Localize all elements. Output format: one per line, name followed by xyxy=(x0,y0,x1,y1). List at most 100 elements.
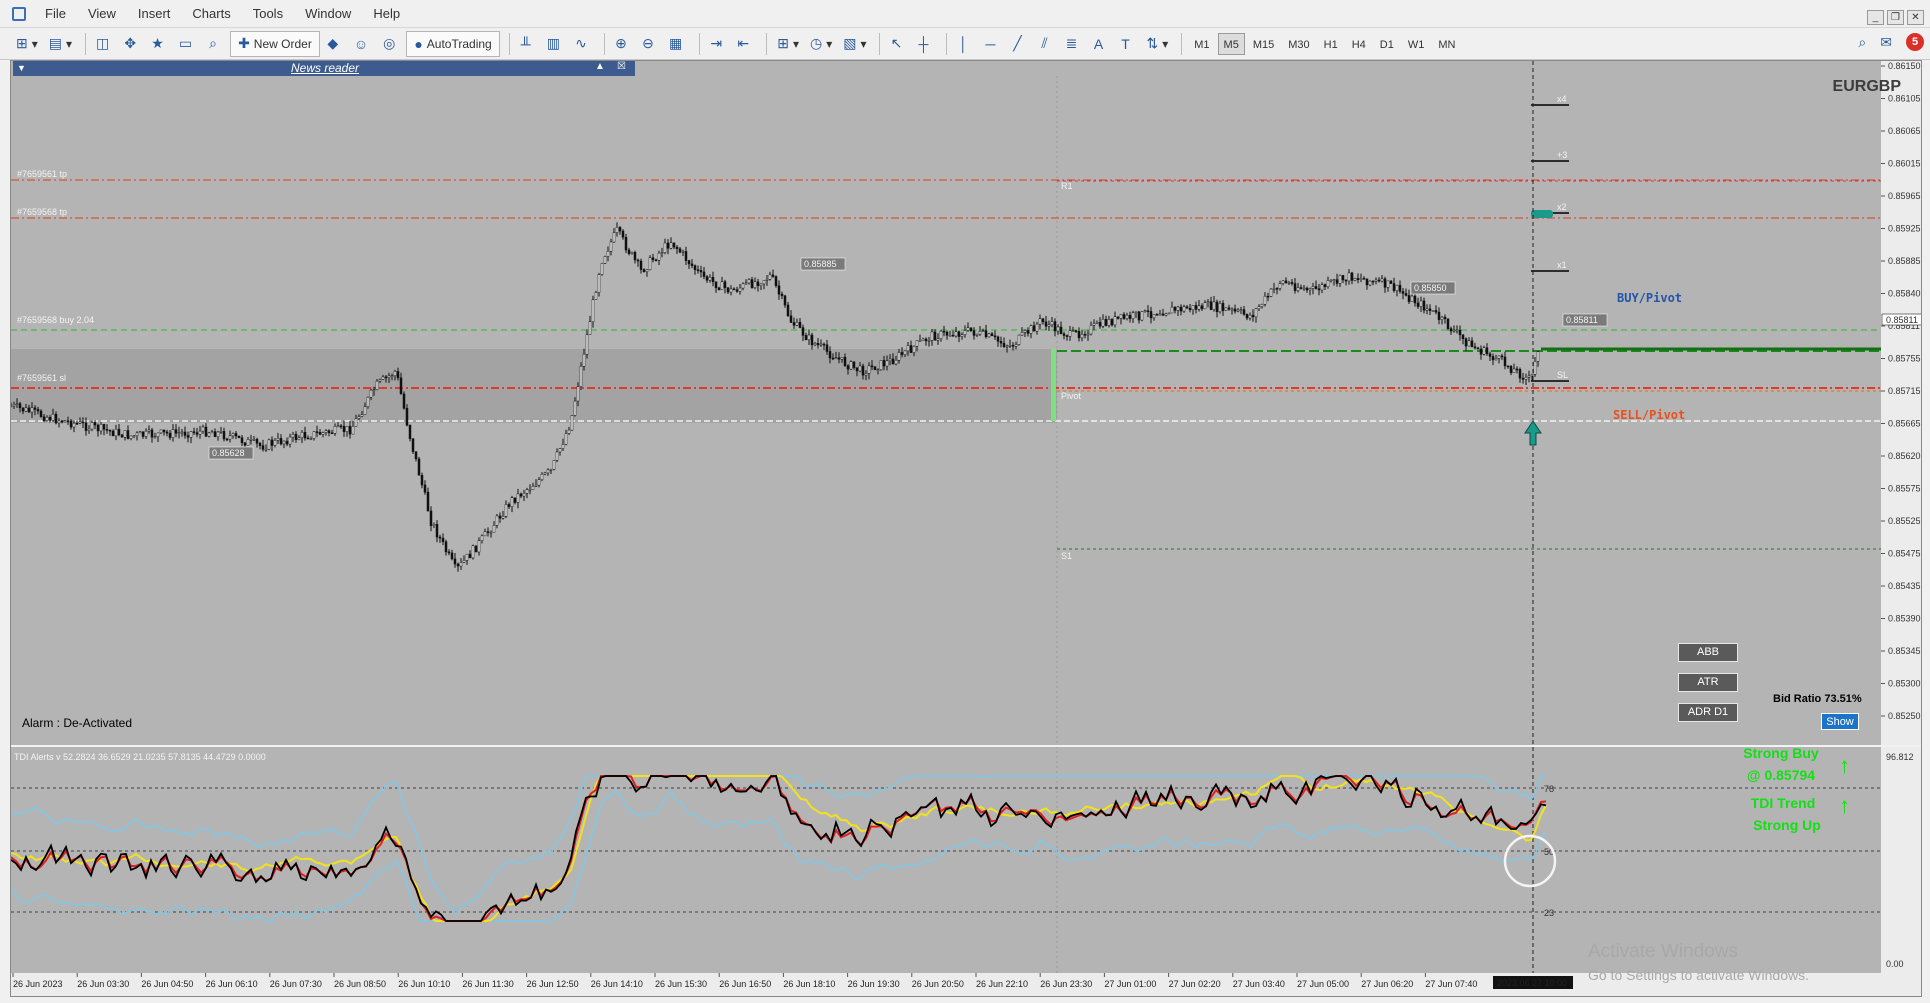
templates-button[interactable]: ▧ ▾ xyxy=(839,31,870,57)
menu-tools[interactable]: Tools xyxy=(242,0,294,28)
tf-m15[interactable]: M15 xyxy=(1247,33,1280,55)
new-order-button[interactable]: ✚ New Order xyxy=(230,30,320,57)
zoom-out-button[interactable]: ⊖ xyxy=(638,31,662,57)
chart-canvas[interactable]: #7659561 tp #7659568 tp #7659568 buy 2.04 #… xyxy=(11,61,1922,997)
candle-body xyxy=(705,276,709,281)
tf-w1[interactable]: W1 xyxy=(1402,33,1431,55)
notification-badge[interactable]: 5 xyxy=(1906,33,1924,51)
market-watch-button[interactable]: ◫ xyxy=(92,31,117,57)
community-button[interactable]: ☺ xyxy=(350,31,376,57)
search-icon[interactable]: ⌕ xyxy=(1858,34,1866,51)
tf-m5[interactable]: M5 xyxy=(1217,32,1245,55)
time-axis-label-1: 26 Jun 03:30 xyxy=(77,979,129,989)
candle-body xyxy=(1203,302,1207,310)
minimize-panel-icon[interactable]: ▲ xyxy=(595,61,605,72)
candle-body xyxy=(243,442,247,446)
candle-body xyxy=(1317,288,1321,291)
fibonacci-button[interactable]: ≣ xyxy=(1061,31,1085,57)
candle-body xyxy=(1218,303,1222,313)
cursor-button[interactable]: ↖ xyxy=(886,31,910,57)
candle-body xyxy=(1107,319,1111,326)
show-button[interactable]: Show xyxy=(1821,713,1859,730)
navigator-button[interactable]: ✥ xyxy=(120,31,144,57)
candle-body xyxy=(306,437,310,440)
candle-body xyxy=(948,334,952,337)
signals-button[interactable]: ◎ xyxy=(379,31,403,57)
tile-windows-button[interactable]: ▦ xyxy=(665,31,690,57)
menu-view[interactable]: View xyxy=(77,0,127,28)
candle-body xyxy=(777,285,781,295)
news-reader-bar[interactable]: ▼ News reader ▲ ☒ xyxy=(13,61,635,76)
menu-file[interactable]: File xyxy=(34,0,77,28)
vertical-line-button[interactable]: │ xyxy=(953,31,977,57)
candle-body xyxy=(426,491,430,512)
text-button[interactable]: A xyxy=(1088,31,1112,57)
abb-button[interactable]: ABB xyxy=(1678,643,1738,662)
new-chart-button[interactable]: ⊞ ▾ xyxy=(12,31,42,57)
periods-button[interactable]: ◷ ▾ xyxy=(806,31,836,57)
profiles-icon: ▤ xyxy=(48,35,62,51)
tf-mn[interactable]: MN xyxy=(1432,33,1461,55)
candle-body xyxy=(918,340,922,342)
terminal-button[interactable]: ▭ xyxy=(175,31,200,57)
candle-body xyxy=(456,563,460,567)
tf-m30[interactable]: M30 xyxy=(1282,33,1315,55)
tf-m1[interactable]: M1 xyxy=(1188,33,1215,55)
atr-button[interactable]: ATR xyxy=(1678,673,1738,692)
candle-body xyxy=(873,366,877,371)
bar-chart-button[interactable]: ╨ xyxy=(516,31,540,57)
candlestick-button[interactable]: ▥ xyxy=(543,31,568,57)
candle-body xyxy=(1353,278,1357,281)
menu-insert[interactable]: Insert xyxy=(127,0,182,28)
candle-body xyxy=(1359,278,1363,280)
candle-body xyxy=(729,288,733,293)
candle-body xyxy=(1224,307,1228,311)
candle-body xyxy=(801,327,805,336)
chart-window[interactable]: #7659561 tp #7659568 tp #7659568 buy 2.04 #… xyxy=(10,60,1922,997)
candle-body xyxy=(543,472,547,475)
menu-window[interactable]: Window xyxy=(294,0,362,28)
profiles-button[interactable]: ▤ ▾ xyxy=(45,31,76,57)
favorites-button[interactable]: ★ xyxy=(147,31,172,57)
candle-body xyxy=(1266,295,1270,298)
tf-h1[interactable]: H1 xyxy=(1318,33,1344,55)
menu-help[interactable]: Help xyxy=(362,0,411,28)
zoom-in-button[interactable]: ⊕ xyxy=(611,31,635,57)
chart-shift-button[interactable]: ⇤ xyxy=(733,31,757,57)
adr-d1-button[interactable]: ADR D1 xyxy=(1678,703,1738,722)
tf-h4[interactable]: H4 xyxy=(1346,33,1372,55)
close-panel-icon[interactable]: ☒ xyxy=(617,61,626,72)
candle-body xyxy=(66,420,70,422)
channel-button[interactable]: ⫽ xyxy=(1034,31,1058,57)
indicators-button[interactable]: ⊞ ▾ xyxy=(773,31,803,57)
arrows-button[interactable]: ⇅ ▾ xyxy=(1142,31,1172,57)
close-button[interactable]: ✕ xyxy=(1907,10,1924,25)
autotrading-button[interactable]: ● AutoTrading xyxy=(406,30,500,57)
tester-button[interactable]: ⌕ xyxy=(203,31,227,57)
horizontal-line-button[interactable]: ─ xyxy=(980,31,1004,57)
candle-body xyxy=(852,361,856,368)
restore-button[interactable]: ❐ xyxy=(1887,10,1904,25)
candle-body xyxy=(516,493,520,503)
candle-body xyxy=(228,435,232,440)
news-reader-title[interactable]: News reader xyxy=(291,61,359,75)
metaeditor-button[interactable]: ◆ xyxy=(323,31,347,57)
tf-d1[interactable]: D1 xyxy=(1374,33,1400,55)
auto-scroll-button[interactable]: ⇥ xyxy=(706,31,730,57)
chat-icon[interactable]: ✉ xyxy=(1880,34,1892,51)
candle-body xyxy=(24,407,28,412)
trendline-button[interactable]: ╱ xyxy=(1007,31,1031,57)
text-label-button[interactable]: T xyxy=(1115,31,1139,57)
crosshair-button[interactable]: ┼ xyxy=(913,31,937,57)
candle-body xyxy=(1176,306,1180,311)
menu-charts[interactable]: Charts xyxy=(181,0,241,28)
candle-body xyxy=(645,269,649,272)
candle-body xyxy=(351,426,355,435)
candle-body xyxy=(300,432,304,438)
line-chart-button[interactable]: ∿ xyxy=(571,31,595,57)
minimize-button[interactable]: _ xyxy=(1867,10,1884,25)
candle-body xyxy=(465,553,469,561)
candle-body xyxy=(108,429,112,432)
collapse-arrow-icon[interactable]: ▼ xyxy=(17,63,26,73)
candle-body xyxy=(1443,316,1447,319)
